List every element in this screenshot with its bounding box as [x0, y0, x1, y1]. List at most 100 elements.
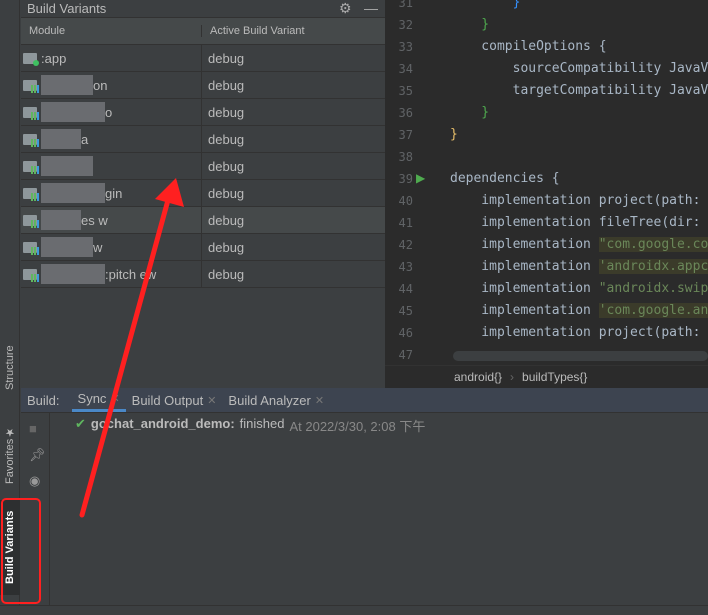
horizontal-scrollbar[interactable] [453, 351, 708, 361]
code-line: implementation 'com.google.an [450, 303, 708, 318]
module-cell: w [21, 234, 202, 260]
sync-status: finished [239, 416, 285, 431]
code-text: sourceCompatibility JavaV [450, 61, 708, 76]
variant-select[interactable]: debug [202, 105, 244, 120]
module-name: gin [105, 185, 123, 201]
close-icon[interactable]: ✕ [207, 394, 216, 407]
sync-time: At 2022/3/30, 2:08 下午 [289, 419, 426, 434]
module-cell: on [21, 72, 202, 98]
code-text: implementation [450, 237, 599, 252]
code-text: } [450, 0, 521, 10]
table-row[interactable]: w debug [21, 234, 385, 261]
module-cell: gin [21, 180, 202, 206]
favorites-label: Favorites [4, 438, 16, 485]
gear-icon[interactable]: ⚙ [339, 0, 352, 17]
module-cell: o [21, 99, 202, 125]
code-text: implementation project(path: [450, 325, 701, 340]
module-folder-icon [23, 106, 39, 120]
code-line: implementation project(path: [450, 193, 700, 208]
panel-header: Build Variants ⚙ — [21, 0, 385, 18]
code-line: implementation 'androidx.appc [450, 259, 708, 274]
table-row[interactable]: debug [21, 153, 385, 180]
table-row[interactable]: o debug [21, 99, 385, 126]
module-name: :app [41, 50, 67, 66]
left-tool-strip: Structure Favorites ★ Build Variants [0, 0, 20, 605]
module-cell: a [21, 126, 202, 152]
module-folder-icon [23, 187, 39, 201]
table-row[interactable]: :pitch ew debug [21, 261, 385, 288]
table-row[interactable]: :app debug [21, 45, 385, 72]
close-icon[interactable]: ✕ [315, 394, 324, 407]
tab-build-analyzer[interactable]: Build Analyzer ✕ [222, 388, 330, 412]
module-folder-icon [23, 79, 39, 93]
line-number: 38 [398, 150, 413, 164]
build-variants-panel: Build Variants ⚙ — Module Active Build V… [21, 0, 385, 388]
build-label: Build: [27, 392, 60, 408]
variant-select[interactable]: debug [202, 159, 244, 174]
line-number: 43 [398, 260, 413, 274]
breadcrumb: android{} › buildTypes{} [385, 365, 708, 388]
breadcrumb-android[interactable]: android{} [454, 370, 502, 384]
structure-tab[interactable]: Structure [0, 338, 20, 398]
variant-select[interactable]: debug [202, 267, 244, 282]
line-number: 41 [398, 216, 413, 230]
favorites-tab[interactable]: Favorites ★ [0, 420, 20, 490]
code-text: implementation [450, 259, 599, 274]
redacted-block [41, 237, 93, 257]
line-number: 35 [398, 84, 413, 98]
column-variant: Active Build Variant [210, 25, 305, 37]
variant-select[interactable]: debug [202, 78, 244, 93]
line-number: 31 [398, 0, 413, 10]
redacted-block [41, 156, 93, 176]
code-line: } [450, 127, 458, 142]
sync-result[interactable]: ✔ gochat_android_demo: finished At 2022/… [75, 416, 425, 435]
redacted-block [41, 129, 81, 149]
build-variants-tab[interactable]: Build Variants [0, 500, 20, 595]
module-name: a [81, 131, 89, 147]
run-gutter-icon[interactable]: ▶ [416, 171, 425, 185]
tab-label: Build Output [131, 392, 204, 408]
table-row[interactable]: a debug [21, 126, 385, 153]
table-row[interactable]: gin debug [21, 180, 385, 207]
tab-sync[interactable]: Sync ✕ [71, 388, 126, 412]
code-text: } [450, 17, 490, 32]
module-folder-icon [23, 241, 39, 255]
variant-select[interactable]: debug [202, 51, 244, 66]
variant-select[interactable]: debug [202, 186, 244, 201]
redacted-block [41, 75, 93, 95]
close-icon[interactable]: ✕ [110, 392, 119, 405]
line-number: 44 [398, 282, 413, 296]
variant-select[interactable]: debug [202, 213, 244, 228]
variant-select[interactable]: debug [202, 240, 244, 255]
line-number: 34 [398, 62, 413, 76]
eye-icon[interactable]: ◉ [29, 473, 40, 489]
code-text: compileOptions { [450, 39, 607, 54]
table-row[interactable]: on debug [21, 72, 385, 99]
code-text: } [450, 127, 458, 142]
table-header: Module Active Build Variant [21, 18, 385, 45]
code-text: targetCompatibility JavaV [450, 83, 708, 98]
string-literal: 'androidx.appc [598, 259, 708, 274]
check-icon: ✔ [75, 416, 86, 431]
redacted-block [41, 183, 105, 203]
line-number: 36 [398, 106, 413, 120]
code-line: sourceCompatibility JavaV [450, 61, 708, 76]
variant-select[interactable]: debug [202, 132, 244, 147]
breadcrumb-buildtypes[interactable]: buildTypes{} [522, 370, 587, 384]
table-row[interactable]: es w debug [21, 207, 385, 234]
line-number: 37 [398, 128, 413, 142]
module-name: on [93, 77, 108, 93]
string-literal: "androidx.swip [598, 281, 708, 296]
line-number: 33 [398, 40, 413, 54]
code-editor[interactable]: 31 } 32 } 33 compileOptions {34 sourceComp… [385, 0, 708, 388]
module-cell: :app [21, 45, 202, 71]
pin-icon[interactable]: 📌︎ [29, 447, 46, 463]
stop-icon[interactable]: ■ [29, 421, 37, 436]
tab-build-output[interactable]: Build Output ✕ [126, 388, 223, 412]
module-folder-icon [23, 52, 39, 66]
minimize-icon[interactable]: — [364, 0, 378, 16]
module-cell: :pitch ew [21, 261, 202, 287]
code-text: } [450, 105, 490, 120]
panel-title: Build Variants [27, 1, 107, 16]
code-line: } [450, 0, 521, 10]
